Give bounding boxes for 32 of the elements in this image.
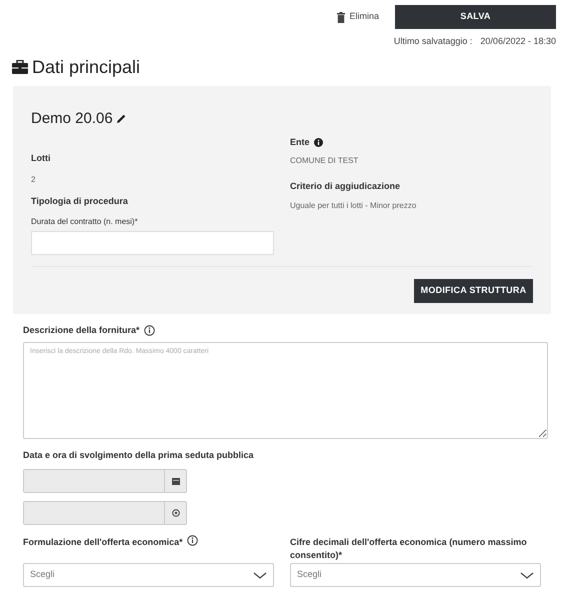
field-label: Criterio di aggiudicazione <box>290 180 400 193</box>
info-icon <box>314 138 323 147</box>
field-label: Data e ora di svolgimento della prima seduta pubblica <box>23 448 255 462</box>
field-value: COMUNE DI TEST <box>290 155 360 167</box>
briefcase-icon <box>12 60 28 74</box>
section-title: Dati principali <box>32 58 140 76</box>
select-field[interactable]: Scegli <box>23 563 274 587</box>
field-label: Tipologia di procedura <box>31 194 129 208</box>
chevron-down-icon <box>520 572 534 578</box>
field-label: Cifre decimali dell'offerta economica (numero massimo consentito)* <box>290 537 527 560</box>
field-label: Formulazione dell'offerta economica* <box>23 537 183 547</box>
info-icon[interactable] <box>144 325 155 336</box>
pencil-icon[interactable] <box>116 114 126 124</box>
delete-link[interactable]: Elimina <box>337 10 379 24</box>
trash-icon <box>337 12 346 22</box>
field-value: Uguale per tutti i lotti - Minor prezzo <box>290 200 418 212</box>
last-saved-label: Ultimo salvataggio : <box>394 35 472 48</box>
chevron-down-icon <box>253 572 267 578</box>
field-label: Ente <box>290 136 310 148</box>
select-field[interactable]: Scegli <box>290 563 541 587</box>
field-label: Descrizione della fornitura* <box>23 324 140 337</box>
field-value: 2 <box>31 174 36 186</box>
field-label: Durata del contratto (n. mesi)* <box>31 216 139 228</box>
field-label: Lotti <box>31 152 52 165</box>
procedure-name: Demo 20.06 <box>31 108 113 128</box>
calendar-icon <box>172 477 180 485</box>
clock-icon <box>172 509 180 517</box>
save-button[interactable]: SALVA <box>395 5 556 29</box>
last-saved-value: 20/06/2022 - 18:30 <box>480 35 556 48</box>
edit-structure-button[interactable]: MODIFICA STRUTTURA <box>414 279 533 303</box>
duration-input[interactable] <box>31 231 274 255</box>
info-icon[interactable] <box>186 535 198 546</box>
